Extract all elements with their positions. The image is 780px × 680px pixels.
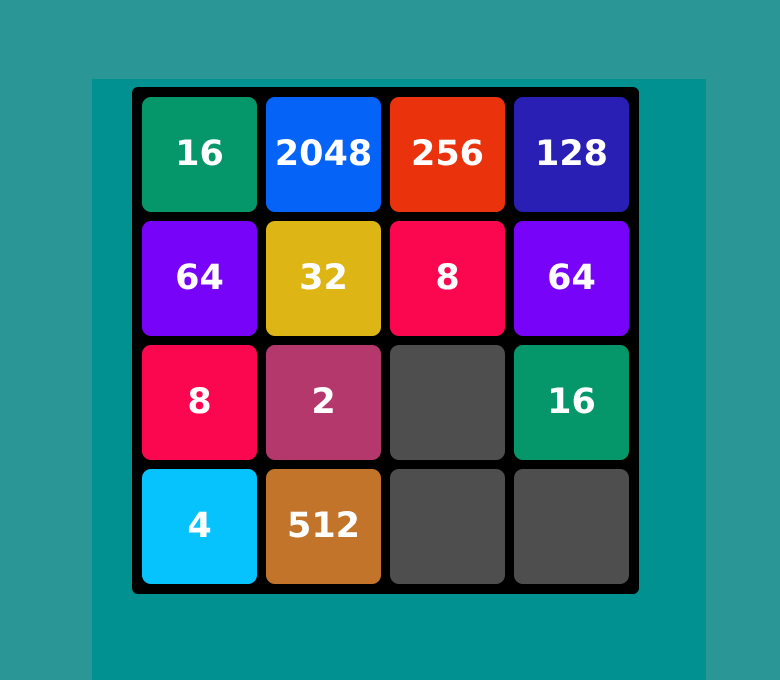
tile-value: 16 <box>175 134 224 174</box>
tile-value: 256 <box>410 134 485 174</box>
tile-value: 2048 <box>274 134 373 174</box>
tile-value: 128 <box>534 134 609 174</box>
tile-r0-c2: 256 <box>390 97 505 212</box>
tile-value: 8 <box>435 258 460 298</box>
tile-r0-c1: 2048 <box>266 97 381 212</box>
tile-r1-c3: 64 <box>514 221 629 336</box>
tile-r2-c1: 2 <box>266 345 381 460</box>
tile-r0-c0: 16 <box>142 97 257 212</box>
tile-r2-c3: 16 <box>514 345 629 460</box>
game-board[interactable]: 16 2048 256 128 64 32 8 64 8 2 16 4 512 <box>132 87 639 594</box>
tile-r1-c1: 32 <box>266 221 381 336</box>
tile-r1-c0: 64 <box>142 221 257 336</box>
tile-r3-c3 <box>514 469 629 584</box>
tile-value: 4 <box>187 506 212 546</box>
tile-r3-c0: 4 <box>142 469 257 584</box>
tile-r3-c2 <box>390 469 505 584</box>
tile-r1-c2: 8 <box>390 221 505 336</box>
tile-r0-c3: 128 <box>514 97 629 212</box>
tile-r2-c2 <box>390 345 505 460</box>
tile-r2-c0: 8 <box>142 345 257 460</box>
tile-value: 64 <box>175 258 224 298</box>
tile-value: 2 <box>311 382 336 422</box>
tile-value: 64 <box>547 258 596 298</box>
tile-value: 16 <box>547 382 596 422</box>
tile-value: 32 <box>299 258 348 298</box>
tile-value: 512 <box>286 506 361 546</box>
tile-value: 8 <box>187 382 212 422</box>
tile-r3-c1: 512 <box>266 469 381 584</box>
